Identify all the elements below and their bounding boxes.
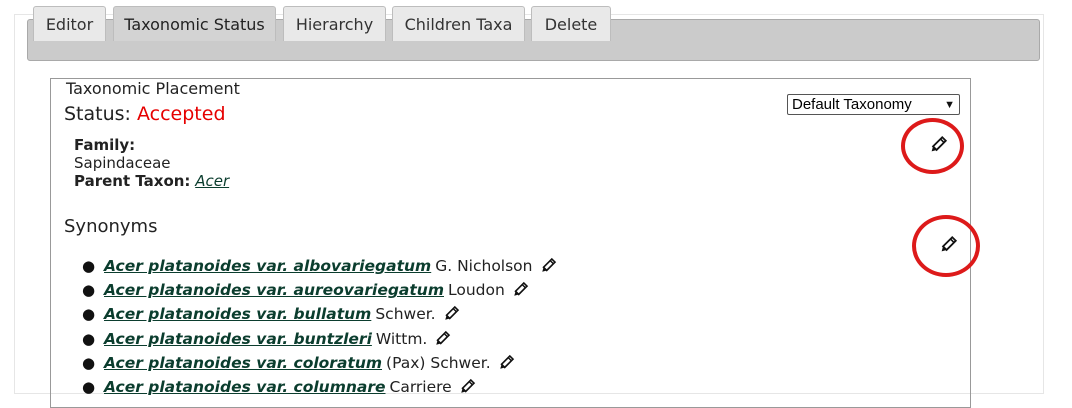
- synonym-link[interactable]: Acer platanoides var. bullatum: [104, 305, 371, 323]
- status-line: Status: Accepted: [64, 103, 226, 125]
- bullet-icon: ●: [82, 257, 96, 276]
- fieldset-legend: Taxonomic Placement: [64, 79, 242, 98]
- synonym-author: G. Nicholson: [435, 257, 533, 276]
- pencil-edit-icon[interactable]: [511, 281, 529, 299]
- synonyms-list: ● Acer platanoides var. albovariegatum G…: [82, 254, 682, 399]
- list-item: ● Acer platanoides var. bullatum Schwer.: [82, 302, 682, 326]
- synonym-author: Wittm.: [375, 329, 428, 348]
- list-item: ● Acer platanoides var. buntzleri Wittm.: [82, 327, 682, 351]
- status-label: Status:: [64, 103, 131, 125]
- family-label: Family:: [74, 136, 136, 154]
- status-value: Accepted: [137, 103, 226, 125]
- parent-taxon-label: Parent Taxon:: [74, 172, 191, 190]
- highlight-circle-synonyms: [912, 215, 980, 277]
- highlight-circle-placement: [901, 118, 964, 174]
- bullet-icon: ●: [82, 305, 96, 324]
- synonym-author: Loudon: [448, 281, 505, 300]
- tab-delete[interactable]: Delete: [531, 6, 611, 41]
- tab-editor[interactable]: Editor: [33, 6, 106, 41]
- synonym-link[interactable]: Acer platanoides var. aureovariegatum: [104, 281, 444, 299]
- list-item: ● Acer platanoides var. aureovariegatum …: [82, 278, 682, 302]
- synonym-link[interactable]: Acer platanoides var. buntzleri: [104, 330, 372, 348]
- parent-taxon: Parent Taxon: Acer: [74, 172, 229, 190]
- pencil-edit-icon[interactable]: [497, 354, 515, 372]
- bullet-icon: ●: [82, 281, 96, 300]
- tab-hierarchy[interactable]: Hierarchy: [283, 6, 386, 41]
- synonym-link[interactable]: Acer platanoides var. columnare: [104, 378, 386, 396]
- list-item: ● Acer platanoides var. coloratum (Pax) …: [82, 351, 682, 375]
- family-value: Sapindaceae: [74, 154, 171, 172]
- pencil-edit-icon[interactable]: [458, 378, 476, 396]
- parent-taxon-link[interactable]: Acer: [195, 172, 229, 190]
- synonym-link[interactable]: Acer platanoides var. albovariegatum: [104, 257, 431, 275]
- synonym-author: Carriere: [389, 378, 452, 397]
- taxonomy-select[interactable]: Default Taxonomy ▼: [787, 94, 960, 115]
- taxonomy-select-value: Default Taxonomy: [792, 96, 912, 113]
- bullet-icon: ●: [82, 353, 96, 372]
- chevron-down-icon: ▼: [944, 98, 955, 111]
- list-item: ● Acer platanoides var. albovariegatum G…: [82, 254, 682, 278]
- synonym-author: (Pax) Schwer.: [386, 353, 491, 372]
- bullet-icon: ●: [82, 329, 96, 348]
- synonym-author: Schwer.: [375, 305, 436, 324]
- synonyms-heading: Synonyms: [64, 216, 158, 237]
- bullet-icon: ●: [82, 378, 96, 397]
- list-item: ● Acer platanoides var. columnare Carrie…: [82, 375, 682, 399]
- tab-children-taxa[interactable]: Children Taxa: [392, 6, 525, 41]
- pencil-edit-icon[interactable]: [433, 330, 451, 348]
- tab-taxonomic-status[interactable]: Taxonomic Status: [113, 6, 276, 41]
- pencil-edit-icon[interactable]: [442, 305, 460, 323]
- pencil-edit-icon[interactable]: [539, 257, 557, 275]
- synonym-link[interactable]: Acer platanoides var. coloratum: [104, 354, 382, 372]
